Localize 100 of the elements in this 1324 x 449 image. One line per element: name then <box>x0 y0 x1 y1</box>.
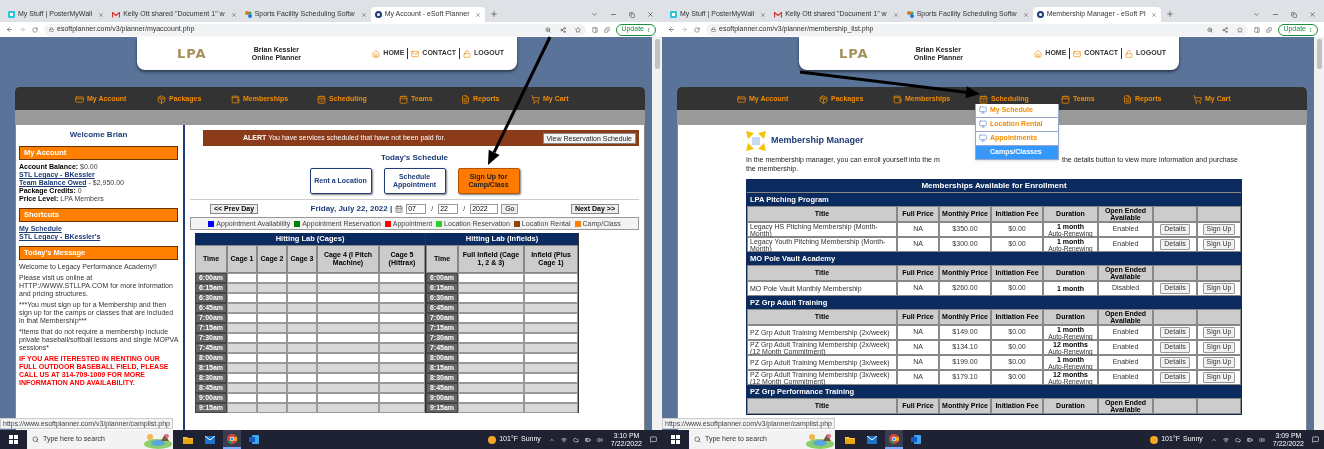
close-icon[interactable] <box>360 11 367 18</box>
mail-icon <box>1073 49 1082 58</box>
welcome-text: Welcome Brian <box>68 129 129 141</box>
mail-icon[interactable] <box>205 435 215 444</box>
zoom-icon[interactable] <box>1207 26 1214 33</box>
package-icon <box>157 94 166 104</box>
slot-cell <box>524 333 578 343</box>
sun-icon[interactable] <box>488 435 497 444</box>
slot-cell <box>379 303 425 313</box>
folder-icon[interactable] <box>845 435 855 444</box>
slot-cell <box>287 393 317 403</box>
browser-icon[interactable] <box>889 433 899 444</box>
ball-icon <box>244 11 252 18</box>
minimize-icon[interactable] <box>610 11 617 18</box>
slot-cell <box>227 363 257 373</box>
slot-cell <box>379 283 425 293</box>
slot-cell <box>227 273 257 283</box>
cloud-icon[interactable] <box>572 436 579 443</box>
notifications-icon[interactable] <box>1312 436 1319 443</box>
close-icon[interactable] <box>475 11 482 18</box>
folder-icon[interactable] <box>183 435 193 444</box>
side-panel-icon[interactable] <box>1254 26 1261 33</box>
globe-icon <box>1036 11 1044 18</box>
calendar-icon <box>317 94 326 104</box>
share-icon[interactable] <box>560 26 567 33</box>
schedule-heading: Today's Schedule <box>379 152 450 164</box>
network-icon[interactable] <box>560 436 567 443</box>
network-icon[interactable] <box>1222 436 1229 443</box>
battery-icon[interactable] <box>584 436 591 443</box>
slot-cell <box>317 313 379 323</box>
minimize-icon[interactable] <box>1272 11 1279 18</box>
sun-icon[interactable] <box>1150 435 1159 444</box>
slot-cell <box>458 383 524 393</box>
share-icon[interactable] <box>1222 26 1229 33</box>
browser-icon[interactable] <box>227 433 237 444</box>
calendar-icon <box>979 94 988 104</box>
package-icon <box>819 94 828 104</box>
header-cell <box>1153 398 1197 414</box>
slot-cell <box>379 313 425 323</box>
restore-icon[interactable] <box>629 11 635 18</box>
slot-cell <box>287 303 317 313</box>
tile-icon <box>8 11 15 18</box>
volume-icon[interactable] <box>596 436 603 443</box>
card-icon <box>737 94 746 104</box>
slot-cell <box>287 283 317 293</box>
close-icon[interactable] <box>760 11 767 18</box>
close-icon[interactable] <box>647 11 654 18</box>
slot-cell <box>317 343 379 353</box>
battery-icon[interactable] <box>1246 436 1253 443</box>
tab-search-icon[interactable] <box>1253 11 1260 18</box>
back-icon[interactable] <box>668 26 675 33</box>
back-icon[interactable] <box>6 26 13 33</box>
close-icon[interactable] <box>230 11 237 18</box>
slot-cell <box>379 393 425 403</box>
new-tab-icon[interactable] <box>490 10 499 18</box>
side-panel-icon[interactable] <box>592 26 599 33</box>
padlock-icon <box>463 49 472 58</box>
slot-cell <box>287 383 317 393</box>
more-icon[interactable] <box>1308 26 1313 33</box>
bookmark-icon[interactable] <box>575 26 582 33</box>
slot-cell <box>524 283 578 293</box>
close-icon[interactable] <box>892 11 899 18</box>
extension-icon[interactable] <box>1266 26 1273 33</box>
cloud-icon[interactable] <box>1234 436 1241 443</box>
slot-cell <box>317 333 379 343</box>
more-icon[interactable] <box>646 26 651 33</box>
slot-cell <box>317 363 379 373</box>
windows-icon[interactable] <box>671 435 680 444</box>
document-app-icon[interactable] <box>911 435 921 444</box>
reload-icon[interactable] <box>32 26 38 33</box>
volume-icon[interactable] <box>1258 436 1265 443</box>
windows-icon[interactable] <box>9 435 18 444</box>
bookmark-icon[interactable] <box>1237 26 1244 33</box>
slot-cell <box>458 363 524 373</box>
chevron-up-icon[interactable] <box>1210 436 1217 443</box>
cart-icon <box>531 94 540 104</box>
slot-cell <box>257 383 287 393</box>
zoom-icon[interactable] <box>545 26 552 33</box>
close-icon[interactable] <box>1022 11 1029 18</box>
calendar-icon[interactable] <box>395 205 404 213</box>
close-icon[interactable] <box>1151 11 1158 18</box>
slot-cell <box>379 323 425 333</box>
extension-icon[interactable] <box>604 26 611 33</box>
tab-search-icon[interactable] <box>591 11 598 18</box>
table-title: Memberships Available for Enrollment <box>747 180 1241 193</box>
slot-cell <box>524 313 578 323</box>
chevron-up-icon[interactable] <box>548 436 555 443</box>
card-icon <box>75 94 84 104</box>
new-tab-icon[interactable] <box>1166 10 1175 18</box>
mail-icon[interactable] <box>867 435 877 444</box>
page-icon <box>979 148 987 156</box>
close-icon[interactable] <box>1309 11 1316 18</box>
document-app-icon[interactable] <box>249 435 259 444</box>
reload-icon[interactable] <box>694 26 700 33</box>
close-icon[interactable] <box>98 11 105 18</box>
slot-cell <box>524 373 578 383</box>
slot-cell <box>317 303 379 313</box>
notifications-icon[interactable] <box>650 436 657 443</box>
restore-icon[interactable] <box>1291 11 1297 18</box>
slot-cell <box>287 373 317 383</box>
